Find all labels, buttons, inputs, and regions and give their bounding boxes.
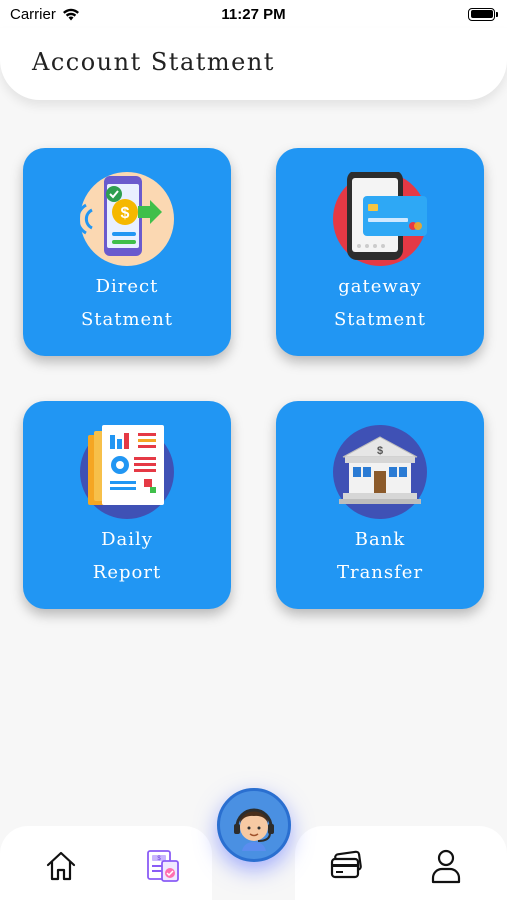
report-document-icon (80, 425, 174, 519)
tile-label-line1: gateway (338, 276, 422, 297)
tile-gateway-statment[interactable]: gateway Statment (276, 148, 484, 356)
home-icon[interactable] (41, 846, 81, 886)
svg-text:$: $ (377, 445, 383, 457)
tile-label-line1: Direct (95, 276, 159, 297)
phone-payment-icon: $ (80, 172, 174, 266)
cards-icon[interactable] (326, 846, 366, 886)
tile-label-line2: Statment (80, 309, 174, 330)
card-phone-icon (333, 172, 427, 266)
wifi-icon (62, 8, 79, 20)
svg-text:$: $ (121, 205, 130, 222)
tile-daily-report[interactable]: Daily Report (23, 401, 231, 609)
status-bar: Carrier 11:27 PM (0, 0, 507, 28)
page-title: Account Statment (32, 48, 275, 76)
support-agent-icon (234, 808, 274, 851)
tile-label-line1: Bank (354, 529, 406, 550)
tile-bank-transfer[interactable]: $ Bank Transfer (276, 401, 484, 609)
tile-label-line1: Daily (101, 529, 153, 550)
tile-label-line2: Statment (333, 309, 427, 330)
status-left: Carrier (10, 6, 80, 23)
carrier-label: Carrier (10, 5, 56, 23)
tile-direct-statment[interactable]: $ Direct Statment (23, 148, 231, 356)
tile-label-line2: Transfer (336, 562, 424, 583)
app-header: Account Statment (0, 28, 507, 100)
battery-icon (468, 7, 498, 21)
statement-icon[interactable]: $ (143, 846, 183, 886)
support-agent-button[interactable] (217, 788, 291, 862)
bank-building-icon: $ (333, 425, 427, 519)
profile-icon[interactable] (426, 846, 466, 886)
tile-label-line2: Report (92, 562, 162, 583)
